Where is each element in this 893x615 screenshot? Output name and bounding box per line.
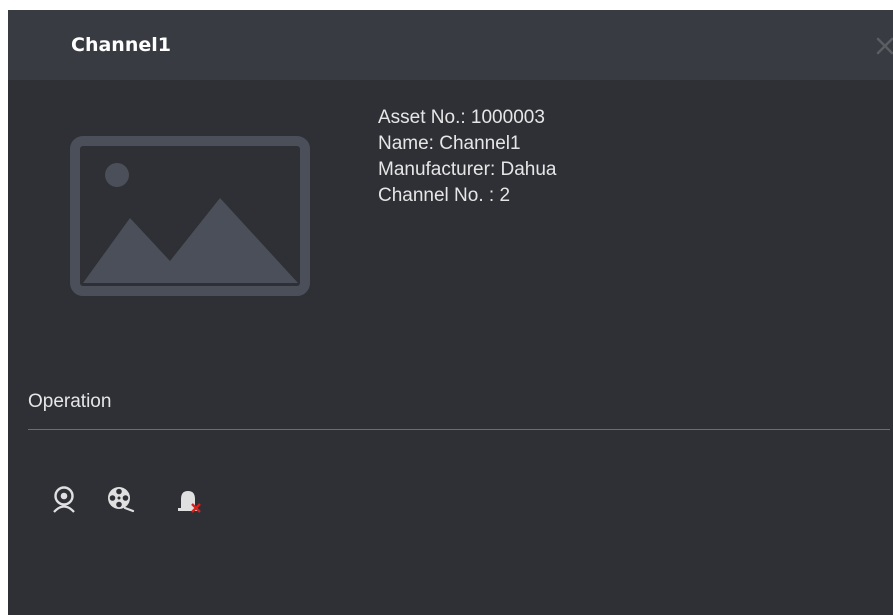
playback-reel-icon[interactable]: [105, 484, 135, 514]
asset-info: Asset No.: 1000003 Name: Channel1 Manufa…: [378, 105, 557, 209]
asset-number: Asset No.: 1000003: [378, 107, 545, 128]
asset-manufacturer: Manufacturer: Dahua: [378, 159, 557, 180]
dialog-title: Channel1: [71, 34, 171, 56]
operation-label: Operation: [28, 391, 112, 412]
image-placeholder-icon: [70, 136, 310, 296]
camera-live-view-icon[interactable]: [49, 484, 79, 514]
alarm-off-icon[interactable]: [174, 484, 204, 514]
close-icon[interactable]: [873, 34, 893, 58]
asset-name: Name: Channel1: [378, 133, 521, 154]
operation-divider: [28, 429, 890, 430]
dialog-titlebar: Channel1: [8, 10, 893, 80]
asset-channel-number: Channel No. : 2: [378, 185, 511, 206]
channel-info-dialog: Channel1 Asset No.: 1000003 Name: Channe…: [8, 10, 893, 615]
